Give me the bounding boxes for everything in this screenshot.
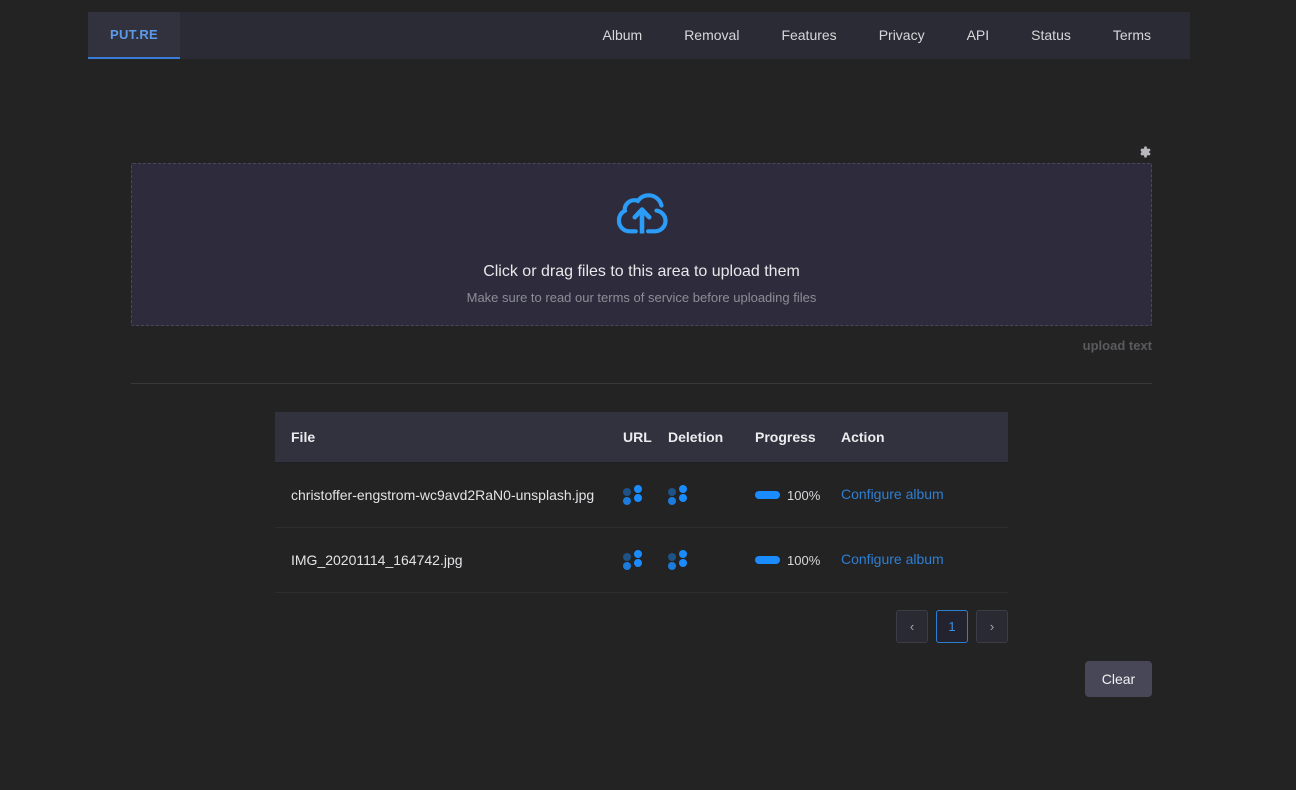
dropzone-title: Click or drag files to this area to uplo… [483, 263, 800, 280]
pagination-next-button[interactable]: › [976, 610, 1008, 643]
clear-button[interactable]: Clear [1085, 661, 1152, 697]
dropzone-subtitle: Make sure to read our terms of service b… [466, 290, 817, 305]
table-row: IMG_20201114_164742.jpg 100% Configure a… [275, 528, 1008, 593]
brand-tab-put-re[interactable]: PUT.RE [88, 12, 180, 59]
gear-icon[interactable] [1136, 144, 1152, 160]
brand-label: PUT.RE [109, 27, 159, 42]
nav-links: Album Removal Features Privacy API Statu… [582, 12, 1191, 59]
pagination-prev-button[interactable]: ‹ [896, 610, 928, 643]
column-header-file: File [291, 429, 316, 445]
deletion-cell [668, 550, 755, 570]
deletion-cell [668, 485, 755, 505]
action-cell: Configure album [841, 486, 991, 504]
loading-spinner-icon[interactable] [623, 550, 643, 570]
configure-album-link[interactable]: Configure album [841, 486, 944, 502]
loading-spinner-icon[interactable] [623, 485, 643, 505]
progress-bar [755, 556, 780, 564]
loading-spinner-icon[interactable] [668, 485, 688, 505]
loading-spinner-icon[interactable] [668, 550, 688, 570]
pagination-page-1[interactable]: 1 [936, 610, 968, 643]
table-row: christoffer-engstrom-wc9avd2RaN0-unsplas… [275, 463, 1008, 528]
uploads-table: File URL Deletion Progress Action christ… [275, 412, 1008, 593]
nav-item-album[interactable]: Album [582, 12, 664, 59]
settings-row [131, 144, 1152, 160]
column-header-deletion: Deletion [668, 429, 724, 445]
upload-text-link[interactable]: upload text [131, 338, 1152, 353]
progress-cell: 100% [755, 553, 841, 568]
upload-dropzone[interactable]: Click or drag files to this area to uplo… [131, 163, 1152, 326]
url-cell [623, 485, 668, 505]
nav-item-removal[interactable]: Removal [663, 12, 760, 59]
nav-item-privacy[interactable]: Privacy [858, 12, 946, 59]
url-cell [623, 550, 668, 570]
navbar-spacer [180, 12, 582, 59]
nav-item-api[interactable]: API [946, 12, 1011, 59]
table-header-row: File URL Deletion Progress Action [275, 412, 1008, 463]
column-header-progress: Progress [755, 429, 816, 445]
pagination: ‹ 1 › [275, 610, 1008, 643]
progress-bar [755, 491, 780, 499]
nav-item-features[interactable]: Features [760, 12, 857, 59]
file-name: IMG_20201114_164742.jpg [291, 552, 463, 568]
file-name: christoffer-engstrom-wc9avd2RaN0-unsplas… [291, 487, 595, 503]
progress-percent: 100% [787, 552, 821, 568]
nav-item-terms[interactable]: Terms [1092, 12, 1172, 59]
configure-album-link[interactable]: Configure album [841, 551, 944, 567]
column-header-url: URL [623, 429, 652, 445]
progress-percent: 100% [787, 487, 821, 503]
column-header-action: Action [841, 429, 885, 445]
top-navbar: PUT.RE Album Removal Features Privacy AP… [88, 12, 1190, 59]
cloud-upload-icon [609, 184, 675, 243]
action-cell: Configure album [841, 551, 991, 569]
section-divider [131, 383, 1152, 384]
progress-cell: 100% [755, 488, 841, 503]
nav-item-status[interactable]: Status [1010, 12, 1092, 59]
